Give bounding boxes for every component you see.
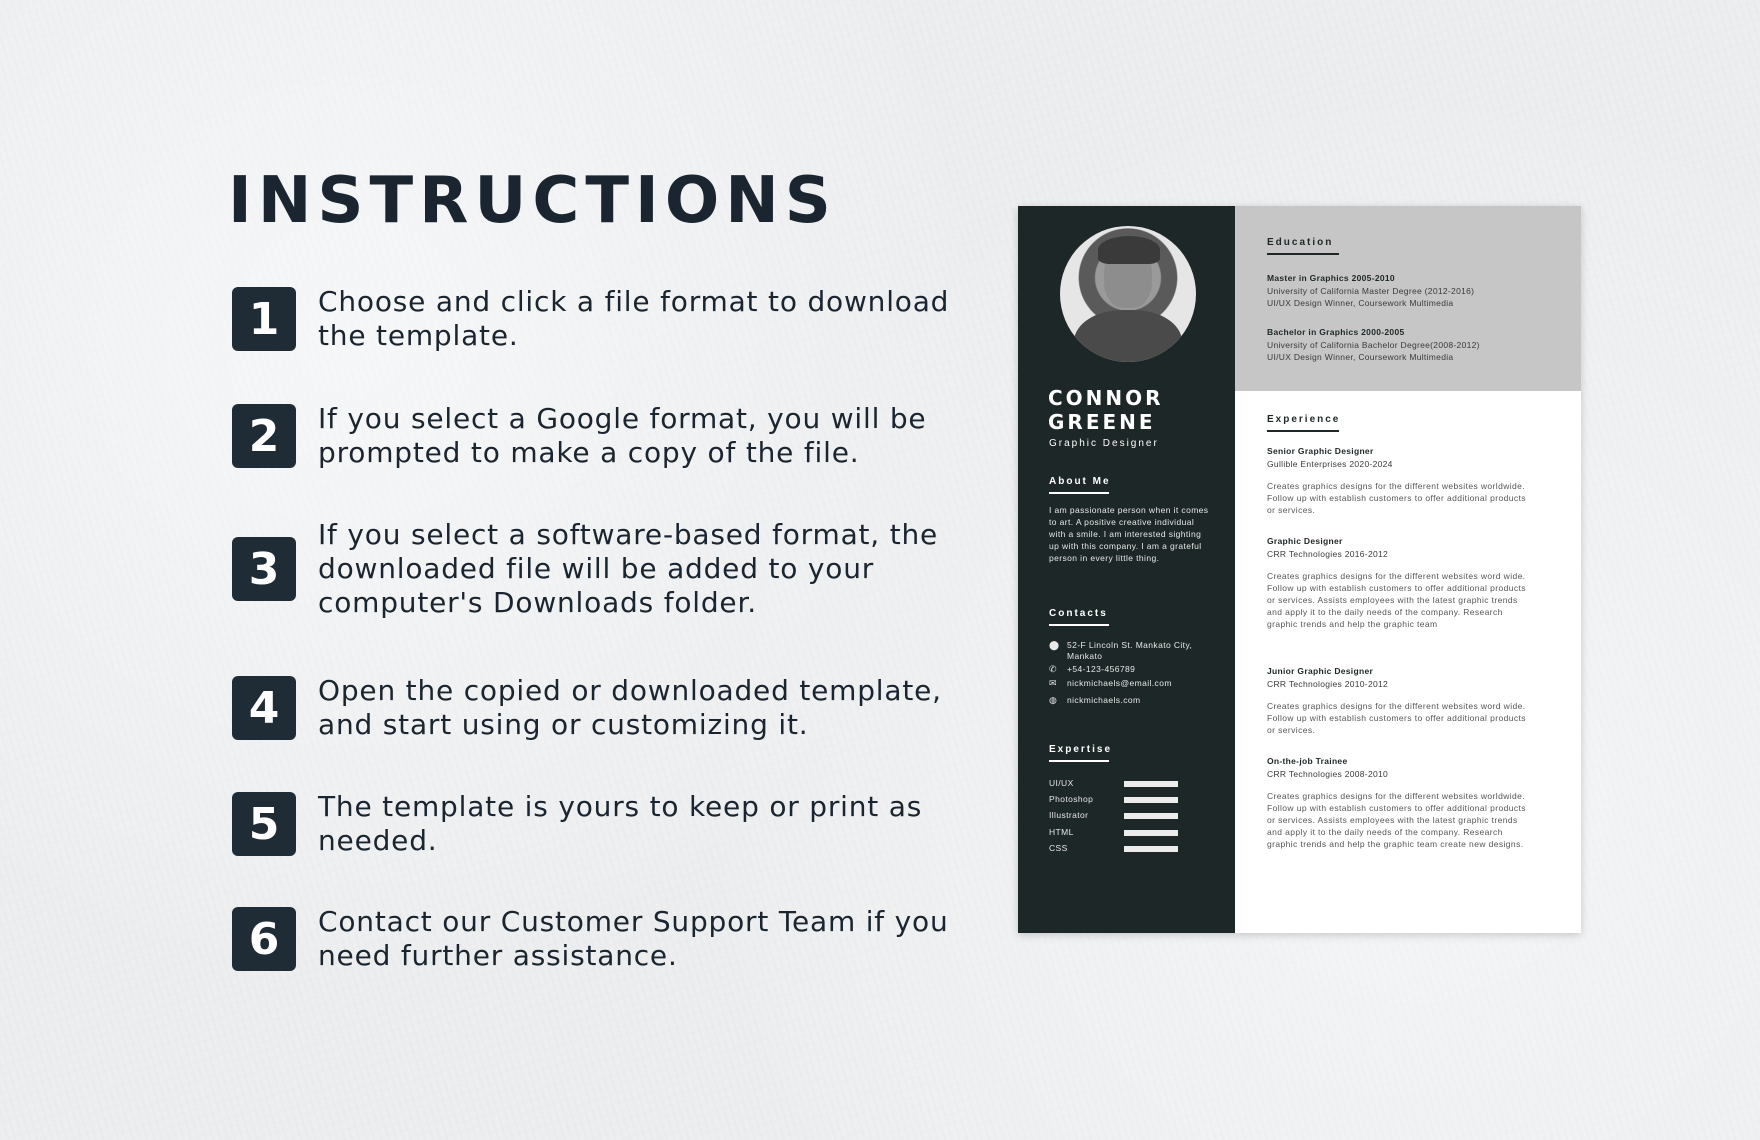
skill-bar: [1124, 781, 1178, 787]
experience-description: Creates graphics designs for the differe…: [1267, 571, 1526, 629]
step-text: Open the copied or downloaded template, …: [318, 674, 942, 741]
expertise-heading: Expertise: [1049, 744, 1112, 762]
experience-title: On-the-job Trainee: [1267, 756, 1348, 766]
name-first: CONNOR: [1048, 386, 1164, 410]
skill-label: HTML: [1049, 827, 1074, 837]
step-number-badge: 6: [232, 907, 296, 971]
experience-title: Senior Graphic Designer: [1267, 446, 1374, 456]
experience-title: Graphic Designer: [1267, 536, 1343, 546]
resume-sidebar: CONNOR GREENE Graphic Designer About Me …: [1018, 206, 1235, 933]
education-detail: UI/UX Design Winner, Coursework Multimed…: [1267, 352, 1454, 362]
profile-photo: [1060, 226, 1196, 362]
skill-bar: [1124, 830, 1178, 836]
step-1: 1 Choose and click a file format to down…: [232, 285, 958, 353]
experience-company: CRR Technologies 2016-2012: [1267, 549, 1389, 559]
skill-label: CSS: [1049, 843, 1068, 853]
step-text: Choose and click a file format to downlo…: [318, 285, 950, 352]
page-title: INSTRUCTIONS: [228, 164, 837, 238]
globe-icon: ◍: [1049, 695, 1058, 705]
step-text: Contact our Customer Support Team if you…: [318, 905, 949, 972]
contact-email: ✉ nickmichaels@email.com: [1049, 678, 1172, 688]
education-title: Bachelor in Graphics 2000-2005: [1267, 327, 1405, 337]
skill-bar: [1124, 797, 1178, 803]
skill-label: Illustrator: [1049, 810, 1089, 820]
about-heading: About Me: [1049, 476, 1111, 494]
skill-label: Photoshop: [1049, 794, 1094, 804]
education-detail: UI/UX Design Winner, Coursework Multimed…: [1267, 298, 1454, 308]
about-text: I am passionate person when it comes to …: [1049, 505, 1209, 563]
step-number-badge: 3: [232, 537, 296, 601]
contact-phone: ✆ +54-123-456789: [1049, 664, 1136, 674]
step-number-badge: 5: [232, 792, 296, 856]
step-3: 3 If you select a software-based format,…: [232, 518, 958, 620]
step-text: If you select a software-based format, t…: [318, 518, 939, 619]
step-number-badge: 1: [232, 287, 296, 351]
location-icon: ⬤: [1049, 640, 1060, 650]
name-last: GREENE: [1048, 410, 1156, 434]
experience-company: CRR Technologies 2010-2012: [1267, 679, 1389, 689]
step-5: 5 The template is yours to keep or print…: [232, 790, 958, 858]
experience-company: Gullible Enterprises 2020-2024: [1267, 459, 1393, 469]
resume-main: Education Master in Graphics 2005-2010 U…: [1235, 206, 1581, 933]
resume-preview: CONNOR GREENE Graphic Designer About Me …: [1018, 206, 1581, 933]
step-text: If you select a Google format, you will …: [318, 402, 927, 469]
step-4: 4 Open the copied or downloaded template…: [232, 674, 958, 742]
step-2: 2 If you select a Google format, you wil…: [232, 402, 958, 470]
step-text: The template is yours to keep or print a…: [318, 790, 923, 857]
experience-description: Creates graphics designs for the differe…: [1267, 701, 1526, 735]
step-number-badge: 2: [232, 404, 296, 468]
step-6: 6 Contact our Customer Support Team if y…: [232, 905, 958, 973]
education-title: Master in Graphics 2005-2010: [1267, 273, 1395, 283]
experience-title: Junior Graphic Designer: [1267, 666, 1374, 676]
mail-icon: ✉: [1049, 678, 1057, 688]
education-detail: University of California Bachelor Degree…: [1267, 340, 1480, 350]
skill-bar: [1124, 813, 1178, 819]
skill-bar: [1124, 846, 1178, 852]
contact-website: ◍ nickmichaels.com: [1049, 695, 1141, 705]
experience-description: Creates graphics designs for the differe…: [1267, 791, 1526, 849]
experience-company: CRR Technologies 2008-2010: [1267, 769, 1389, 779]
experience-heading: Experience: [1267, 414, 1340, 432]
phone-icon: ✆: [1049, 664, 1057, 674]
education-detail: University of California Master Degree (…: [1267, 286, 1475, 296]
skill-label: UI/UX: [1049, 778, 1074, 788]
resume-name: CONNOR GREENE: [1048, 386, 1164, 434]
experience-description: Creates graphics designs for the differe…: [1267, 481, 1526, 515]
resume-role: Graphic Designer: [1049, 438, 1159, 449]
contacts-heading: Contacts: [1049, 608, 1109, 626]
contact-address: ⬤ 52-F Lincoln St. Mankato City, Mankato: [1049, 640, 1193, 661]
education-heading: Education: [1267, 237, 1339, 255]
step-number-badge: 4: [232, 676, 296, 740]
